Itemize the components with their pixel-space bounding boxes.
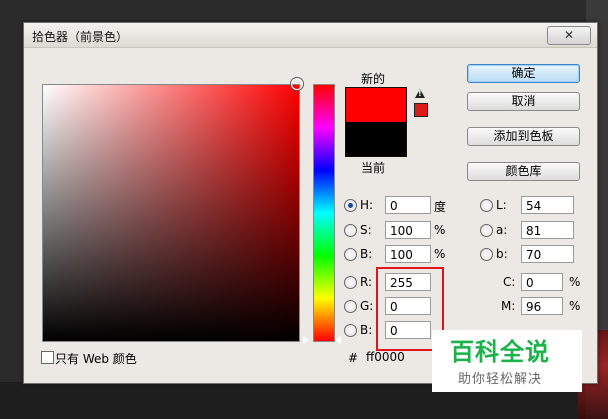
cyan-field[interactable]: 0: [521, 273, 563, 291]
lightness-field[interactable]: 54: [521, 196, 574, 214]
green-label: G:: [360, 299, 374, 313]
color-preview: [345, 87, 407, 157]
current-color-label: 当前: [361, 161, 386, 175]
hue-slider-handle-left[interactable]: [303, 336, 309, 344]
radio-lab-a[interactable]: [480, 224, 493, 237]
warning-exclamation-icon: !: [418, 89, 422, 98]
hue-field[interactable]: 0: [385, 196, 431, 214]
lab-a-label: a:: [496, 223, 508, 237]
radio-green[interactable]: [344, 300, 357, 313]
magenta-field[interactable]: 96: [521, 297, 563, 315]
blue-label: B:: [360, 323, 373, 337]
radio-blue[interactable]: [344, 324, 357, 337]
watermark: 百科全说 助你轻松解决: [432, 330, 582, 392]
color-libraries-button[interactable]: 颜色库: [467, 162, 580, 181]
magenta-label: M:: [501, 299, 516, 313]
lab-b-field[interactable]: 70: [521, 245, 574, 263]
saturation-brightness-field[interactable]: [42, 84, 300, 342]
radio-lightness[interactable]: [480, 199, 493, 212]
radio-brightness[interactable]: [344, 248, 357, 261]
ok-button[interactable]: 确定: [467, 64, 580, 83]
gamut-color-swatch[interactable]: [414, 103, 428, 117]
lab-a-field[interactable]: 81: [521, 221, 574, 239]
new-color-swatch: [346, 88, 406, 122]
hex-field[interactable]: ff0000: [362, 348, 432, 366]
color-field-marker[interactable]: [291, 78, 303, 90]
brightness-label: B:: [360, 247, 373, 261]
hue-slider[interactable]: [313, 84, 335, 342]
saturation-label: S:: [360, 223, 372, 237]
close-button[interactable]: ✕: [547, 26, 591, 45]
dialog-title: 拾色器（前景色）: [32, 30, 129, 44]
hex-label: #: [348, 351, 359, 365]
watermark-subtitle: 助你轻松解决: [458, 372, 543, 387]
radio-lab-b[interactable]: [480, 248, 493, 261]
brightness-unit: %: [434, 247, 446, 261]
hue-unit: 度: [434, 200, 447, 214]
new-color-label: 新的: [361, 72, 386, 86]
cyan-label: C:: [503, 275, 516, 289]
lab-b-label: b:: [496, 247, 508, 261]
watermark-title: 百科全说: [450, 338, 550, 366]
hue-label: H:: [360, 198, 374, 212]
magenta-unit: %: [569, 299, 581, 313]
radio-saturation[interactable]: [344, 224, 357, 237]
lightness-label: L:: [496, 198, 507, 212]
hue-slider-handle-right[interactable]: [335, 336, 341, 344]
titlebar: 拾色器（前景色） ✕: [24, 23, 597, 48]
current-color-swatch[interactable]: [346, 122, 406, 156]
brightness-field[interactable]: 100: [385, 245, 431, 263]
saturation-field[interactable]: 100: [385, 221, 431, 239]
radio-red[interactable]: [344, 276, 357, 289]
web-only-label: 只有 Web 颜色: [55, 352, 137, 366]
cyan-unit: %: [569, 275, 581, 289]
cancel-button[interactable]: 取消: [467, 92, 580, 111]
saturation-unit: %: [434, 223, 446, 237]
red-label: R:: [360, 275, 373, 289]
radio-hue[interactable]: [344, 199, 357, 212]
add-to-swatches-button[interactable]: 添加到色板: [467, 127, 580, 146]
web-only-checkbox[interactable]: [41, 351, 54, 364]
